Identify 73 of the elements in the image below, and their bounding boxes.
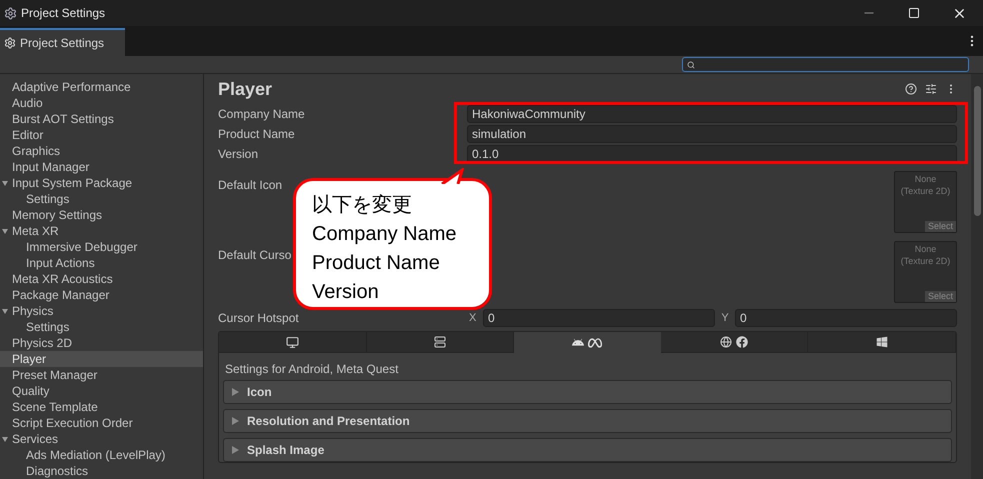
field-label: Default Curso [218,248,292,262]
field-label: Company Name [218,106,306,123]
callout-text: Version [312,280,380,305]
field-label: Product Name [218,126,296,143]
callout-text: Company Name [312,222,458,247]
sidebar-item[interactable]: Meta XR Acoustics [0,271,203,287]
window-tab[interactable]: Project Settings [0,28,125,56]
expand-arrow-icon[interactable] [2,180,8,186]
platform-tab[interactable] [660,332,808,353]
search-field[interactable] [682,57,969,72]
expand-arrow-icon[interactable] [2,308,8,314]
sidebar-item[interactable]: Physics [0,303,203,319]
app-icon [4,6,17,20]
sidebar-item[interactable]: Player [0,351,203,367]
sidebar-item[interactable]: Input Actions [0,255,203,271]
sidebar-item[interactable]: Immersive Debugger [0,239,203,255]
maximize-icon[interactable] [908,7,920,19]
sidebar-item[interactable]: Package Manager [0,287,203,303]
android-icon [572,336,584,348]
window-title: Project Settings [21,5,106,22]
platform-tab[interactable] [808,332,956,353]
texture-type-label: (Texture 2D) [900,255,950,267]
sidebar-item[interactable]: Adaptive Performance [0,79,203,95]
callout-text: Product Name [312,251,441,276]
sidebar-item[interactable]: Meta XR [0,223,203,239]
sidebar-item[interactable]: Scene Template [0,399,203,415]
sidebar-item[interactable]: Graphics [0,143,203,159]
facebook-icon [736,336,748,348]
expand-arrow-icon[interactable] [2,436,8,442]
foldout-header[interactable]: Icon [223,380,952,404]
monitor-icon [286,336,299,348]
search-icon [687,60,695,68]
sidebar-item[interactable]: Physics 2D [0,335,203,351]
sidebar-item[interactable]: Settings [0,191,203,207]
sidebar-item[interactable]: Services [0,431,203,447]
sidebar-item[interactable]: Memory Settings [0,207,203,223]
sidebar-item[interactable]: Editor [0,127,203,143]
field-label: Cursor Hotspot [218,310,300,327]
sidebar-item[interactable]: Audio [0,95,203,111]
sidebar-item[interactable]: Ads Mediation (LevelPlay) [0,447,203,463]
text-field[interactable]: simulation [467,125,957,143]
sidebar-item[interactable]: Burst AOT Settings [0,111,203,127]
text-field[interactable]: HakoniwaCommunity [467,105,957,123]
sidebar-item[interactable]: Input System Package [0,175,203,191]
windows-icon [876,336,888,348]
server-icon [434,336,446,348]
field-label: Default Icon [218,178,282,192]
expand-arrow-icon[interactable] [2,228,8,234]
gear-icon [4,37,16,49]
platform-caption: Settings for Android, Meta Quest [224,361,400,378]
foldout-header[interactable]: Resolution and Presentation [223,409,952,433]
scrollbar[interactable] [971,74,983,479]
meta-icon [588,336,602,350]
page-title: Player [218,78,272,101]
number-field[interactable]: 0 [735,309,957,327]
settings-icon[interactable] [925,83,937,95]
globe-icon [720,336,732,348]
texture-none-label: None [914,243,936,255]
axis-label: X [469,310,478,326]
axis-label: Y [720,310,730,326]
texture-type-label: (Texture 2D) [900,185,950,197]
sidebar-item[interactable]: Diagnostics [0,463,203,479]
texture-none-label: None [914,173,936,185]
sidebar-item[interactable]: Quality [0,383,203,399]
number-field[interactable]: 0 [483,309,715,327]
field-label: Version [218,146,260,163]
sidebar-item[interactable]: Input Manager [0,159,203,175]
sidebar-item[interactable]: Script Execution Order [0,415,203,431]
help-icon[interactable] [905,83,917,95]
foldout-header[interactable]: Splash Image [223,438,952,462]
callout-text: 以下を変更 [312,193,413,218]
sidebar-item[interactable]: Preset Manager [0,367,203,383]
sidebar-item[interactable]: Settings [0,319,203,335]
